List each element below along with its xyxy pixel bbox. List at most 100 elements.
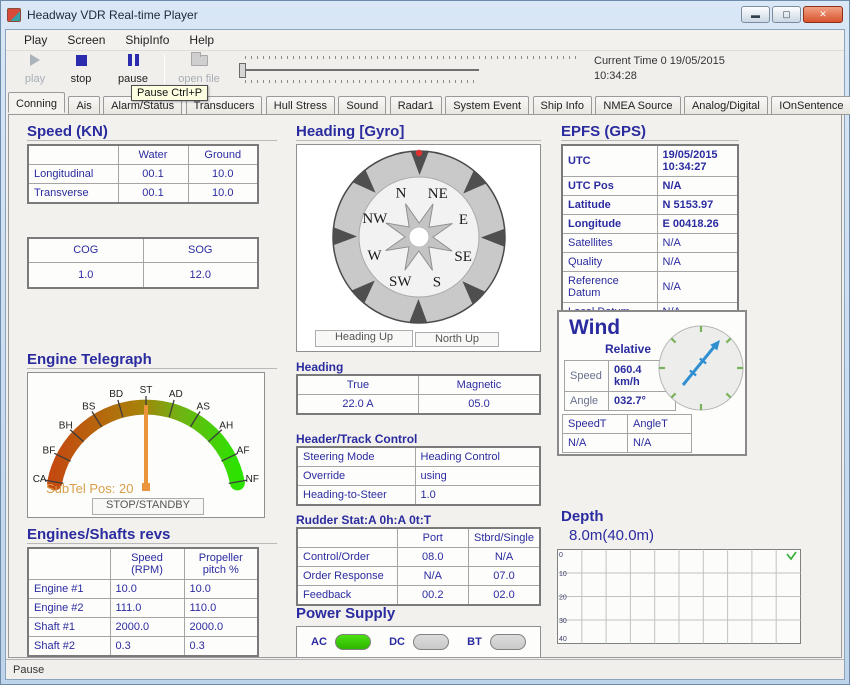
tab-radar1[interactable]: Radar1 bbox=[390, 96, 442, 115]
heading-up-button[interactable]: Heading Up bbox=[315, 330, 413, 347]
depth-ytick-label: 10 bbox=[559, 571, 567, 578]
wind-panel: Wind Relative Speed060.4 km/h Angle032.7… bbox=[557, 310, 747, 456]
timeline-slider[interactable] bbox=[239, 55, 584, 87]
tab-conning[interactable]: Conning bbox=[8, 92, 65, 113]
telegraph-scale-label: BH bbox=[59, 421, 73, 432]
gyro-heading: Heading [Gyro] bbox=[296, 123, 541, 141]
app-icon bbox=[7, 8, 21, 22]
compass-point-label: SW bbox=[389, 274, 412, 290]
track-control-table: Steering ModeHeading Control Overrideusi… bbox=[296, 446, 541, 506]
menu-shipinfo[interactable]: ShipInfo bbox=[115, 31, 179, 49]
slider-track bbox=[245, 69, 479, 71]
engines-shafts-heading: Engines/Shafts revs bbox=[27, 526, 277, 544]
play-icon bbox=[30, 54, 40, 66]
table-row: Shaft #12000.02000.0 bbox=[28, 618, 258, 637]
depth-chart: 010203040 bbox=[557, 549, 801, 645]
engine-telegraph-gauge: CABFBHBSBDSTADASAHAFNF SubTel Pos: 20 ST… bbox=[27, 372, 265, 518]
power-bt-label: BT bbox=[467, 636, 482, 648]
engines-shafts-table: Speed (RPM)Propeller pitch % Engine #110… bbox=[27, 547, 259, 657]
compass-point-label: NE bbox=[428, 186, 448, 202]
maximize-button[interactable]: ▢ bbox=[772, 6, 801, 23]
wind-direction-gauge bbox=[656, 323, 746, 413]
menu-play[interactable]: Play bbox=[14, 31, 57, 49]
table-row: 22.0 A05.0 bbox=[297, 395, 540, 415]
conning-panel: Speed (KN) WaterGround Longitudinal00.11… bbox=[8, 114, 842, 658]
table-row: Feedback00.202.0 bbox=[297, 586, 540, 606]
table-row: Transverse00.110.0 bbox=[28, 184, 258, 204]
epfs-heading: EPFS (GPS) bbox=[561, 123, 739, 141]
heading-table: TrueMagnetic 22.0 A05.0 bbox=[296, 374, 541, 415]
telegraph-needle-hub bbox=[142, 483, 150, 491]
tab-ionsentence[interactable]: IOnSentence bbox=[771, 96, 850, 115]
depth-ytick-label: 0 bbox=[559, 552, 563, 559]
gyro-compass-panel: NNEESESSWWNW Heading Up North Up bbox=[296, 144, 541, 352]
power-dc-label: DC bbox=[389, 636, 405, 648]
table-row: Control/Order08.0N/A bbox=[297, 548, 540, 567]
table-row: N/AN/A bbox=[563, 434, 692, 453]
telegraph-scale-label: BD bbox=[109, 389, 123, 400]
close-button[interactable]: ✕ bbox=[803, 6, 843, 23]
wind-subtitle: Relative bbox=[605, 342, 651, 356]
tab-ship-info[interactable]: Ship Info bbox=[533, 96, 592, 115]
stop-standby-button[interactable]: STOP/STANDBY bbox=[92, 498, 204, 515]
minimize-button[interactable]: ▬ bbox=[741, 6, 770, 23]
table-row: UTC19/05/2015 10:34:27 bbox=[562, 145, 738, 177]
table-row: QualityN/A bbox=[562, 253, 738, 272]
table-row: SatellitesN/A bbox=[562, 234, 738, 253]
menu-help[interactable]: Help bbox=[179, 31, 224, 49]
client-area: Play Screen ShipInfo Help play stop paus… bbox=[5, 29, 845, 680]
slider-ticks-top bbox=[245, 56, 580, 59]
power-bt-indicator bbox=[490, 634, 526, 650]
track-control-heading: Header/Track Control bbox=[296, 432, 417, 446]
depth-heading: Depth bbox=[561, 508, 801, 525]
tab-hull-stress[interactable]: Hull Stress bbox=[266, 96, 335, 115]
table-row: Engine #2111.0110.0 bbox=[28, 599, 258, 618]
depth-ytick-label: 20 bbox=[559, 595, 567, 602]
table-row: UTC PosN/A bbox=[562, 177, 738, 196]
heading-table-heading: Heading bbox=[296, 360, 343, 374]
speed-table: WaterGround Longitudinal00.110.0 Transve… bbox=[27, 144, 259, 204]
table-row: Engine #110.010.0 bbox=[28, 580, 258, 599]
pause-tooltip: Pause Ctrl+P bbox=[131, 85, 208, 101]
tab-sound[interactable]: Sound bbox=[338, 96, 386, 115]
table-row: Longitudinal00.110.0 bbox=[28, 165, 258, 184]
timeline-slider-thumb[interactable] bbox=[239, 63, 246, 78]
telegraph-scale-label: AS bbox=[197, 401, 211, 412]
play-button[interactable]: play bbox=[12, 53, 58, 88]
telegraph-scale-label: CA bbox=[33, 474, 47, 485]
table-row: Overrideusing bbox=[297, 467, 540, 486]
table-row: 1.012.0 bbox=[28, 262, 258, 288]
heading-marker-dot bbox=[416, 150, 422, 156]
power-dc-indicator bbox=[413, 634, 449, 650]
telegraph-scale-label: ST bbox=[140, 385, 153, 396]
app-window: Headway VDR Real-time Player ▬ ▢ ✕ Play … bbox=[0, 0, 850, 685]
menu-bar: Play Screen ShipInfo Help bbox=[6, 30, 844, 51]
tab-ais[interactable]: Ais bbox=[68, 96, 99, 115]
window-title: Headway VDR Real-time Player bbox=[27, 8, 198, 22]
power-supply-heading: Power Supply bbox=[296, 605, 541, 622]
wind-title: Wind bbox=[569, 316, 620, 340]
tab-analog-digital[interactable]: Analog/Digital bbox=[684, 96, 768, 115]
north-up-button[interactable]: North Up bbox=[415, 332, 499, 347]
title-bar: Headway VDR Real-time Player ▬ ▢ ✕ bbox=[1, 1, 849, 28]
compass-point-label: E bbox=[459, 212, 468, 228]
slider-ticks-bottom bbox=[245, 80, 477, 83]
compass-point-label: SE bbox=[454, 249, 472, 265]
power-ac-indicator bbox=[335, 634, 371, 650]
table-row: Steering ModeHeading Control bbox=[297, 447, 540, 467]
menu-screen[interactable]: Screen bbox=[57, 31, 115, 49]
compass-point-label: S bbox=[433, 275, 441, 291]
tab-system-event[interactable]: System Event bbox=[445, 96, 529, 115]
open-file-button[interactable]: open file bbox=[170, 53, 228, 88]
depth-ytick-label: 30 bbox=[559, 618, 567, 625]
cog-sog-table: COGSOG 1.012.0 bbox=[27, 237, 259, 289]
pause-icon bbox=[126, 53, 140, 65]
tab-nmea-source[interactable]: NMEA Source bbox=[595, 96, 680, 115]
pause-button[interactable]: pause bbox=[110, 53, 156, 88]
epfs-table: UTC19/05/2015 10:34:27 UTC PosN/A Latitu… bbox=[561, 144, 739, 323]
stop-button[interactable]: stop bbox=[58, 53, 104, 88]
engine-telegraph-heading: Engine Telegraph bbox=[27, 351, 277, 369]
telegraph-scale-label: AF bbox=[237, 446, 250, 457]
table-row: Order ResponseN/A07.0 bbox=[297, 567, 540, 586]
rudder-table: PortStbrd/Single Control/Order08.0N/A Or… bbox=[296, 527, 541, 606]
